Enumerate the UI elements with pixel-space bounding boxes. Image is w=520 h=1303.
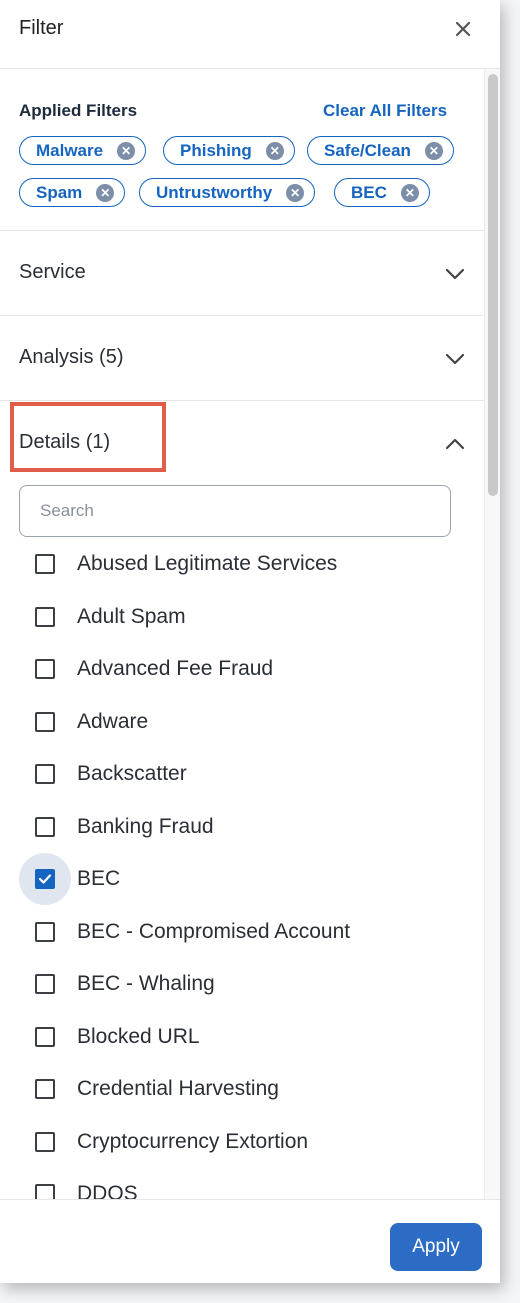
chip-label: Spam: [36, 182, 83, 202]
checkbox-checked[interactable]: [35, 869, 55, 889]
section-service[interactable]: Service: [0, 231, 484, 316]
checkbox-container[interactable]: [19, 906, 71, 958]
checkbox-container[interactable]: [19, 801, 71, 853]
checkbox-container[interactable]: [19, 591, 71, 643]
option-label: BEC - Whaling: [77, 972, 215, 995]
checkbox-unchecked[interactable]: [35, 921, 55, 942]
panel-title: Filter: [19, 17, 64, 39]
chevron-up-icon: [445, 438, 465, 450]
remove-chip-icon[interactable]: ✕: [424, 141, 443, 160]
checkbox-unchecked[interactable]: [35, 554, 55, 574]
checkbox-container[interactable]: [19, 1116, 71, 1168]
remove-chip-icon[interactable]: ✕: [96, 183, 115, 202]
option-label: Banking Fraud: [77, 814, 214, 838]
section-details-label: Details (1): [19, 431, 111, 453]
details-option[interactable]: BEC: [19, 853, 479, 905]
checkbox-unchecked[interactable]: [35, 659, 55, 679]
chip-label: BEC: [351, 182, 387, 202]
checkbox-unchecked[interactable]: [35, 1131, 55, 1152]
chip-label: Malware: [36, 140, 104, 160]
filter-chip-safe-clean[interactable]: Safe/Clean ✕: [307, 136, 454, 165]
checkbox-container[interactable]: [19, 1063, 71, 1115]
checkbox-unchecked[interactable]: [35, 974, 55, 994]
option-label: Adware: [77, 709, 149, 733]
filter-scroll-area[interactable]: Applied Filters Clear All Filters Malwar…: [0, 69, 500, 1199]
section-details[interactable]: Details (1): [0, 401, 484, 485]
remove-chip-icon[interactable]: ✕: [286, 183, 305, 202]
details-option[interactable]: Backscatter: [19, 752, 479, 796]
option-label: Advanced Fee Fraud: [77, 657, 274, 680]
section-service-label: Service: [19, 261, 86, 283]
chip-label: Untrustworthy: [156, 182, 273, 202]
checkmark-icon: [38, 874, 52, 884]
filter-chip-untrustworthy[interactable]: Untrustworthy ✕: [139, 178, 316, 207]
checkbox-container[interactable]: [19, 853, 71, 905]
remove-chip-icon[interactable]: ✕: [265, 141, 284, 160]
section-analysis[interactable]: Analysis (5): [0, 316, 484, 401]
apply-button[interactable]: Apply: [390, 1223, 482, 1271]
details-option[interactable]: DDOS: [19, 1172, 479, 1199]
remove-chip-icon[interactable]: ✕: [117, 141, 136, 160]
option-label: DDOS: [77, 1182, 138, 1199]
chevron-down-icon: [445, 268, 465, 280]
checkbox-unchecked[interactable]: [35, 764, 55, 784]
option-label: Abused Legitimate Services: [77, 552, 338, 575]
option-label: Cryptocurrency Extortion: [77, 1129, 309, 1153]
checkbox-container[interactable]: [19, 643, 71, 695]
checkbox-unchecked[interactable]: [35, 1184, 55, 1199]
option-label: BEC - Compromised Account: [77, 919, 351, 943]
details-search-input[interactable]: [19, 485, 451, 537]
close-icon: [455, 21, 471, 37]
details-option[interactable]: Adware: [19, 700, 479, 744]
option-label: Backscatter: [77, 762, 187, 785]
option-label: Adult Spam: [77, 604, 186, 628]
scrollbar-thumb[interactable]: [488, 74, 498, 496]
option-label: Blocked URL: [77, 1024, 200, 1048]
details-option[interactable]: Advanced Fee Fraud: [19, 647, 479, 691]
checkbox-container[interactable]: [19, 538, 71, 590]
details-option[interactable]: Cryptocurrency Extortion: [19, 1120, 479, 1164]
section-analysis-label: Analysis (5): [19, 346, 124, 368]
filter-chip-spam[interactable]: Spam ✕: [19, 178, 126, 207]
chevron-down-icon: [445, 353, 465, 365]
checkbox-unchecked[interactable]: [35, 711, 55, 732]
details-option[interactable]: Blocked URL: [19, 1015, 479, 1059]
checkbox-unchecked[interactable]: [35, 1026, 55, 1047]
filter-panel: Filter Applied Filters Clear All Filters…: [0, 0, 500, 1283]
details-option[interactable]: BEC - Whaling: [19, 962, 479, 1006]
option-label: Credential Harvesting: [77, 1077, 279, 1100]
checkbox-container[interactable]: [19, 1011, 71, 1063]
filter-chip-phishing[interactable]: Phishing ✕: [163, 136, 295, 165]
details-option[interactable]: Abused Legitimate Services: [19, 542, 479, 586]
checkbox-unchecked[interactable]: [35, 606, 55, 627]
chip-label: Phishing: [180, 140, 252, 160]
details-option[interactable]: BEC - Compromised Account: [19, 910, 479, 954]
checkbox-unchecked[interactable]: [35, 816, 55, 837]
option-label: BEC: [77, 867, 121, 890]
panel-footer: Apply: [0, 1199, 500, 1283]
details-option[interactable]: Adult Spam: [19, 595, 479, 639]
checkbox-container[interactable]: [19, 748, 71, 800]
checkbox-container[interactable]: [19, 1168, 71, 1199]
applied-filters-section: Applied Filters Clear All Filters Malwar…: [0, 69, 484, 231]
close-button[interactable]: [448, 14, 478, 44]
filter-chip-malware[interactable]: Malware ✕: [19, 136, 147, 165]
applied-filters-label: Applied Filters: [19, 101, 138, 120]
checkbox-unchecked[interactable]: [35, 1079, 55, 1099]
checkbox-container[interactable]: [19, 696, 71, 748]
clear-all-filters-link[interactable]: Clear All Filters: [323, 101, 447, 121]
checkbox-container[interactable]: [19, 958, 71, 1010]
panel-header: Filter: [0, 0, 500, 69]
details-option[interactable]: Banking Fraud: [19, 805, 479, 849]
remove-chip-icon[interactable]: ✕: [400, 183, 419, 202]
details-option[interactable]: Credential Harvesting: [19, 1067, 479, 1111]
filter-chip-bec[interactable]: BEC ✕: [334, 178, 430, 207]
chip-label: Safe/Clean: [324, 140, 411, 160]
